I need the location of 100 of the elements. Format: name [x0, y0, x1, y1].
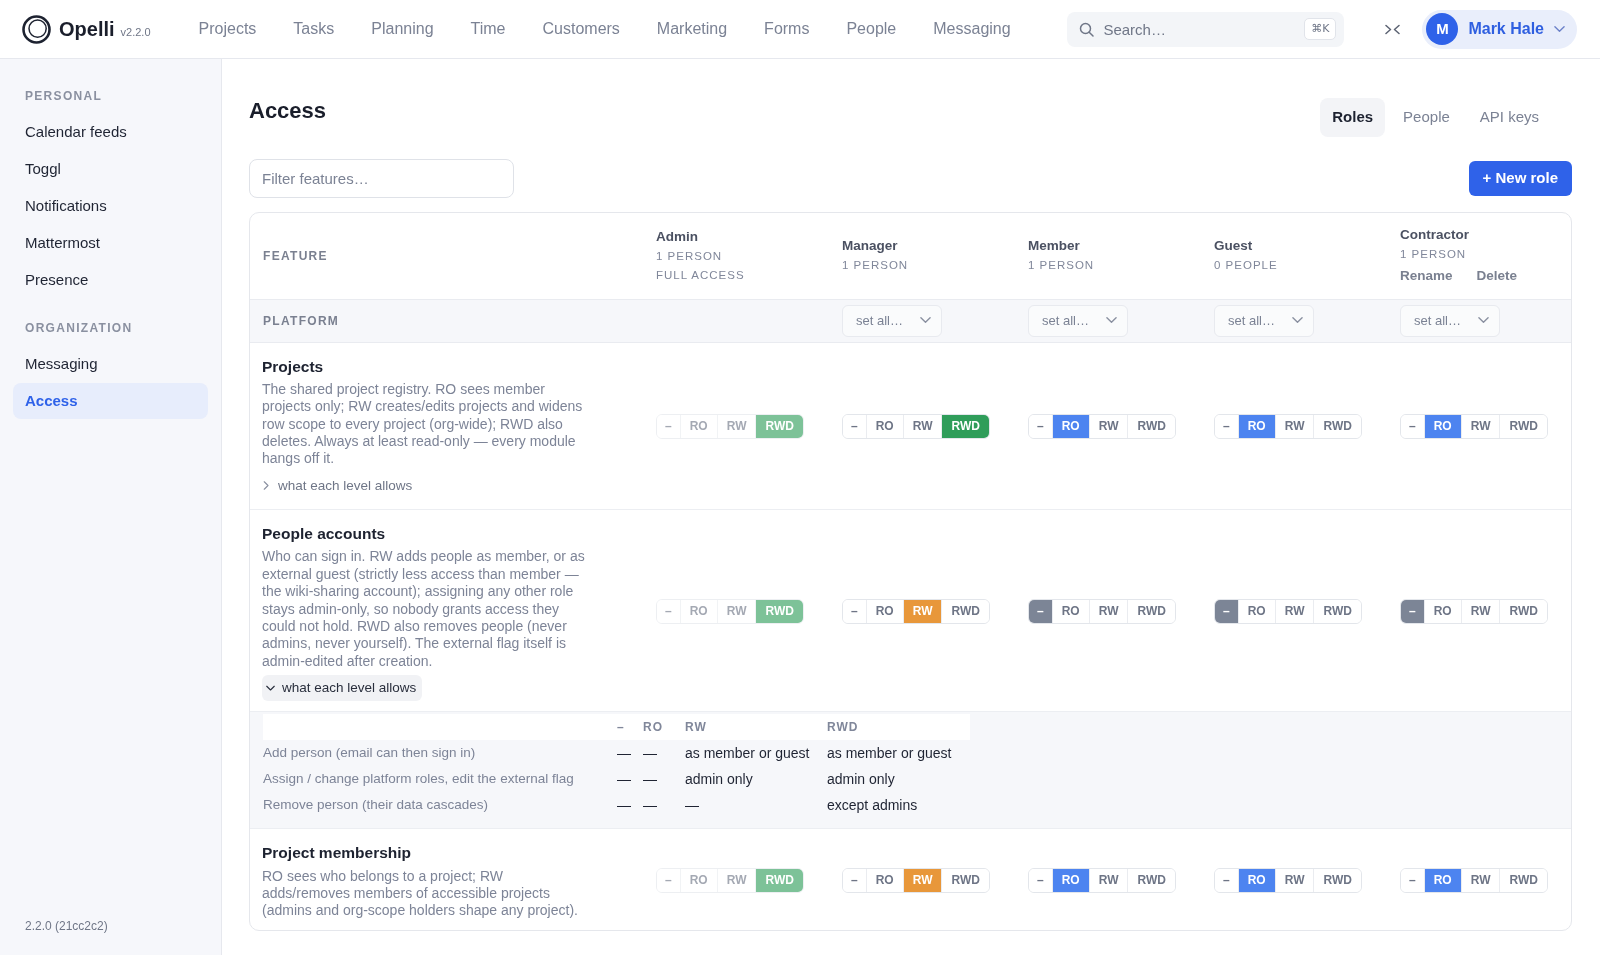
permission-label: Add person (email can then sign in) [263, 744, 477, 763]
chevron-down-icon [1478, 315, 1489, 326]
version-label: v2.2.0 [120, 24, 151, 40]
set-all-dropdown[interactable]: set all… [1214, 304, 1314, 337]
feature-description: The shared project registry. RO sees member projects only; RW creates/edits projects and widens row scope to every project (org-wide); RWD also deletes. Always at least read-only — every module hangs off it. [262, 380, 584, 468]
nav-link[interactable]: Time [470, 17, 506, 41]
level-option[interactable]: RO [1423, 868, 1461, 892]
level-option[interactable]: RWD [1499, 414, 1547, 438]
app-name: Opelli [59, 17, 115, 42]
level-option[interactable]: RO [1423, 414, 1461, 438]
permission-value: — [685, 795, 700, 815]
column-heading: FEATURE [262, 247, 329, 265]
level-option[interactable]: RWD [1313, 414, 1361, 438]
search-bar[interactable]: Search… ⌘K [1067, 11, 1345, 47]
level-option[interactable]: RWD [1499, 599, 1547, 623]
group-label: PLATFORM [262, 312, 341, 330]
level-heading: RO [643, 719, 664, 737]
level-option[interactable]: RW [902, 599, 942, 623]
chevron-down-icon [1554, 23, 1565, 35]
level-option[interactable]: RWD [941, 599, 989, 623]
level-option[interactable]: RWD [941, 414, 989, 438]
permission-label: Remove person (their data cascades) [263, 796, 490, 815]
nav-link[interactable]: Planning [371, 17, 434, 41]
level-option[interactable]: – [1029, 599, 1052, 623]
level-option[interactable]: RWD [1313, 868, 1361, 892]
nav-link[interactable]: Forms [764, 17, 810, 41]
level-heading: RW [685, 719, 708, 737]
feature-description: RO sees who belongs to a project; RW adds/removes members of accessible projects (admins and org-scope holders shape any project). [262, 867, 579, 920]
level-option[interactable]: RW [902, 868, 942, 892]
tab[interactable]: People [1391, 98, 1462, 137]
avatar: M [1426, 13, 1459, 45]
permission-value: — [643, 743, 658, 763]
chevrons-inward-icon[interactable] [1385, 23, 1401, 35]
sidebar-item[interactable]: Mattermost [13, 225, 208, 261]
permission-value: — [643, 795, 658, 815]
role-name: Manager [842, 237, 899, 255]
set-all-dropdown[interactable]: set all… [842, 304, 942, 337]
set-all-dropdown[interactable]: set all… [1028, 304, 1128, 337]
section-heading: ORGANIZATION [24, 320, 134, 337]
nav-link[interactable]: Customers [542, 17, 620, 41]
permission-value: except admins [827, 795, 919, 815]
role-name: Guest [1214, 237, 1254, 255]
nav-link[interactable]: People [846, 17, 897, 41]
search-icon [1079, 21, 1095, 37]
sidebar-item[interactable]: Calendar feeds [13, 114, 208, 150]
level-option[interactable]: RWD [1127, 414, 1175, 438]
page-title: Access [249, 98, 327, 125]
sidebar-item[interactable]: Notifications [13, 188, 208, 224]
chevron-down-icon [920, 315, 931, 326]
level-option[interactable]: RWD [1313, 599, 1361, 623]
delete-link[interactable]: Delete [1476, 265, 1518, 287]
sidebar-item[interactable]: Messaging [13, 346, 208, 382]
filter-field[interactable]: Filter features… [249, 158, 514, 198]
chevron-icon [266, 683, 275, 693]
permission-label: Assign / change platform roles, edit the external flag [263, 770, 575, 789]
nav-link[interactable]: Marketing [656, 17, 728, 41]
sidebar-item[interactable]: Access [13, 383, 208, 419]
permission-value: as member or guest [685, 743, 811, 763]
permission-value: — [643, 769, 658, 789]
nav-link[interactable]: Projects [198, 17, 257, 41]
role-detail: 0 PEOPLE [1214, 258, 1279, 273]
level-option[interactable]: RWD [1499, 868, 1547, 892]
level-option[interactable]: RO [1237, 414, 1275, 438]
level-option[interactable]: – [1215, 599, 1238, 623]
tab[interactable]: Roles [1320, 98, 1386, 137]
sidebar-item[interactable]: Presence [13, 262, 208, 298]
logo-icon [22, 14, 51, 44]
new-role-button[interactable]: + New role [1468, 160, 1572, 196]
level-option[interactable]: – [1401, 599, 1424, 623]
expand-toggle[interactable]: what each level allows [262, 675, 423, 702]
shortcut-key: ⌘K [1304, 17, 1337, 41]
chevron-icon [262, 481, 271, 491]
role-detail: 1 PERSON [1028, 258, 1096, 273]
level-option[interactable]: RO [1051, 868, 1089, 892]
level-option[interactable]: RWD [1127, 599, 1175, 623]
level-option[interactable]: RWD [1127, 868, 1175, 892]
role-detail: FULL ACCESS [656, 267, 746, 283]
permission-value: as member or guest [827, 743, 953, 763]
chevron-down-icon [1292, 315, 1303, 326]
nav-link[interactable]: Tasks [293, 17, 335, 41]
nav-link[interactable]: Messaging [933, 17, 1011, 41]
feature-description: Who can sign in. RW adds people as member, or as external guest (strictly less access than member — the wiki-sharing account); assigning any other role stays admin-only, so nobody grants access they could not hold. RWD also removes people (never admins, never yourself). The external flag itself is admin-edited after creation. [262, 548, 586, 671]
level-option[interactable]: RWD [941, 868, 989, 892]
expand-toggle[interactable]: what each level allows [262, 472, 419, 500]
level-option[interactable]: RO [1051, 414, 1089, 438]
role-name: Contractor [1400, 225, 1470, 244]
permission-value: — [617, 795, 632, 815]
permission-value: admin only [827, 769, 896, 789]
set-all-dropdown[interactable]: set all… [1400, 304, 1500, 337]
role-detail: 1 PERSON [842, 258, 910, 273]
feature-name: Project membership [262, 843, 413, 864]
tab[interactable]: API keys [1467, 98, 1551, 137]
level-heading: – [617, 719, 626, 737]
sidebar-item[interactable]: Toggl [13, 151, 208, 187]
rename-link[interactable]: Rename [1400, 265, 1453, 287]
search-field[interactable]: Search… [1103, 17, 1305, 41]
level-option[interactable]: RO [1237, 868, 1275, 892]
role-detail: 1 PERSON [1400, 246, 1468, 262]
user-menu-button[interactable]: M Mark Hale [1422, 9, 1577, 49]
feature-name: People accounts [262, 524, 387, 545]
